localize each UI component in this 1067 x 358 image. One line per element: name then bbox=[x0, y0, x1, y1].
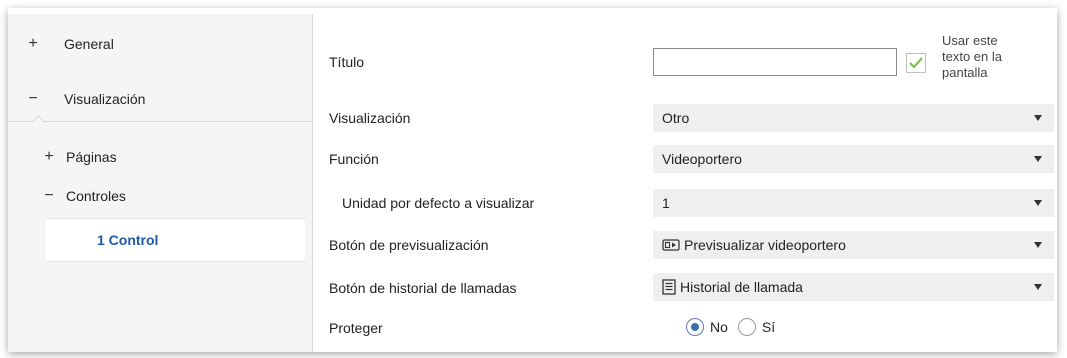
radio-label-no: No bbox=[710, 319, 728, 335]
sidebar-item-visualizacion[interactable]: − Visualización bbox=[26, 89, 145, 109]
expand-icon: + bbox=[44, 148, 54, 165]
video-preview-icon bbox=[662, 238, 680, 252]
sidebar-item-general[interactable]: + General bbox=[26, 34, 114, 54]
titulo-input[interactable] bbox=[653, 48, 897, 76]
chevron-down-icon bbox=[1034, 156, 1042, 162]
funcion-label: Función bbox=[329, 151, 379, 167]
sidebar: + General − Visualización + Páginas − Co… bbox=[8, 14, 313, 352]
proteger-no-radio[interactable] bbox=[686, 318, 704, 336]
previsualizacion-dropdown[interactable]: Previsualizar videoportero bbox=[653, 231, 1054, 259]
checkmark-icon bbox=[909, 57, 923, 69]
funcion-dropdown[interactable]: Videoportero bbox=[653, 145, 1054, 173]
sidebar-item-label: General bbox=[64, 36, 114, 52]
dropdown-value: Previsualizar videoportero bbox=[684, 237, 846, 253]
sidebar-item-control-selected[interactable]: 1 Control bbox=[46, 218, 305, 262]
previsualizacion-label: Botón de previsualización bbox=[329, 237, 489, 253]
unidad-label: Unidad por defecto a visualizar bbox=[342, 195, 535, 211]
titulo-label: Título bbox=[329, 54, 365, 70]
collapse-icon: − bbox=[28, 90, 38, 107]
chevron-down-icon bbox=[1034, 115, 1042, 121]
proteger-label: Proteger bbox=[329, 320, 383, 336]
sidebar-item-label: Controles bbox=[66, 188, 126, 204]
chevron-down-icon bbox=[1034, 284, 1042, 290]
chevron-down-icon bbox=[1034, 200, 1042, 206]
collapse-icon: − bbox=[44, 187, 54, 204]
sidebar-divider bbox=[8, 121, 312, 122]
use-text-checkbox-label: Usar este texto en la pantalla bbox=[942, 33, 1002, 80]
document-list-icon bbox=[662, 279, 676, 295]
proteger-radio-group: No Sí bbox=[686, 318, 785, 336]
sidebar-item-label: Páginas bbox=[66, 149, 117, 165]
dropdown-value: 1 bbox=[662, 195, 670, 211]
visualizacion-dropdown[interactable]: Otro bbox=[653, 104, 1054, 132]
radio-label-si: Sí bbox=[761, 319, 776, 335]
historial-label: Botón de historial de llamadas bbox=[329, 280, 517, 296]
sidebar-item-paginas[interactable]: + Páginas bbox=[42, 147, 117, 167]
historial-dropdown[interactable]: Historial de llamada bbox=[653, 273, 1054, 301]
dropdown-value: Otro bbox=[662, 110, 690, 126]
sidebar-item-label: 1 Control bbox=[97, 232, 159, 248]
proteger-si-radio[interactable] bbox=[737, 318, 756, 336]
sidebar-pointer bbox=[32, 115, 45, 128]
dropdown-value: Historial de llamada bbox=[680, 279, 803, 295]
chevron-down-icon bbox=[1034, 242, 1042, 248]
expand-icon: + bbox=[28, 35, 38, 52]
sidebar-item-controles[interactable]: − Controles bbox=[42, 186, 126, 206]
dropdown-value: Videoportero bbox=[662, 151, 742, 167]
use-text-checkbox[interactable] bbox=[906, 53, 926, 73]
visualizacion-label: Visualización bbox=[329, 110, 411, 126]
sidebar-item-label: Visualización bbox=[64, 91, 146, 107]
unidad-dropdown[interactable]: 1 bbox=[653, 189, 1054, 217]
